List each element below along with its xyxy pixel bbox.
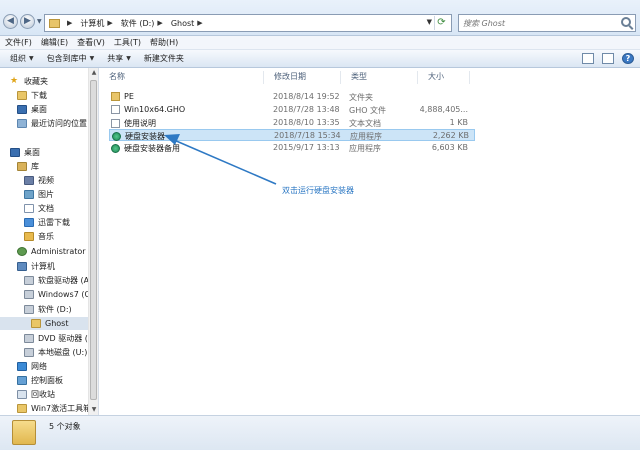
column-header-name[interactable]: 名称 — [99, 71, 264, 84]
back-arrow-icon: ◀ — [7, 16, 14, 26]
preview-pane-icon[interactable] — [602, 53, 614, 64]
breadcrumb-computer[interactable]: 计算机 ▶ — [80, 18, 116, 29]
chevron-right-icon: ▶ — [67, 19, 73, 27]
chevron-down-icon: ▼ — [29, 55, 34, 62]
file-row-gho[interactable]: Win10x64.GHO 2018/7/28 13:48 GHO 文件 4,88… — [109, 104, 475, 116]
sidebar-item-control-panel[interactable]: 控制面板 — [17, 374, 98, 387]
scroll-down-icon[interactable]: ▼ — [89, 405, 99, 415]
file-row-pe[interactable]: PE 2018/8/14 19:52 文件夹 — [109, 91, 475, 103]
sidebar-item-administrator[interactable]: Administrator — [17, 245, 98, 258]
annotation-text: 双击运行硬盘安装器 — [282, 186, 354, 195]
forward-button[interactable]: ▶ — [20, 14, 35, 29]
folder-icon — [12, 420, 36, 445]
network-icon — [17, 362, 27, 371]
status-bar: 5 个对象 — [0, 415, 640, 450]
sidebar-item-ghost[interactable]: Ghost — [0, 317, 88, 330]
document-icon — [24, 204, 34, 213]
sidebar-item-favorites[interactable]: ★ 收藏夹 — [10, 75, 98, 88]
view-options-icon[interactable] — [582, 53, 594, 64]
music-icon — [24, 232, 34, 241]
folder-icon — [49, 18, 60, 28]
menu-view[interactable]: 查看(V) — [77, 37, 105, 48]
computer-icon — [17, 262, 27, 271]
sidebar-item-recent[interactable]: 最近访问的位置 — [17, 117, 98, 130]
help-icon[interactable]: ? — [622, 53, 634, 64]
user-icon — [17, 247, 27, 256]
chevron-right-icon: ▶ — [197, 19, 203, 27]
sidebar-item-desktop-fav[interactable]: 桌面 — [17, 103, 98, 116]
chevron-right-icon: ▶ — [107, 19, 113, 27]
address-dropdown-icon[interactable]: ▼ — [427, 18, 432, 26]
breadcrumb-ghost[interactable]: Ghost ▶ — [171, 19, 207, 28]
item-count: 5 个对象 — [49, 422, 81, 431]
dvd-icon — [24, 334, 34, 343]
search-input[interactable] — [459, 15, 609, 31]
control-panel-icon — [17, 376, 27, 385]
sidebar-item-win7-tools[interactable]: Win7激活工具箱 — [17, 402, 98, 415]
menu-bar: 文件(F) 编辑(E) 查看(V) 工具(T) 帮助(H) — [0, 36, 640, 50]
scrollbar-thumb[interactable] — [90, 80, 97, 400]
file-row-readme[interactable]: 使用说明 2018/8/10 13:35 文本文档 1 KB — [109, 117, 475, 129]
floppy-icon — [24, 276, 34, 285]
new-folder-button[interactable]: 新建文件夹 — [144, 53, 184, 64]
picture-icon — [24, 190, 34, 199]
search-box[interactable] — [458, 14, 636, 32]
menu-file[interactable]: 文件(F) — [5, 37, 32, 48]
file-icon — [111, 105, 120, 114]
chevron-down-icon: ▼ — [126, 55, 131, 62]
drive-icon — [24, 305, 34, 314]
desktop-icon — [17, 105, 27, 114]
sidebar-item-computer[interactable]: 计算机 — [17, 260, 98, 273]
chevron-right-icon: ▶ — [157, 19, 163, 27]
menu-tools[interactable]: 工具(T) — [114, 37, 141, 48]
column-header-type[interactable]: 类型 — [341, 71, 418, 84]
refresh-icon[interactable]: ⟳ — [434, 16, 448, 30]
sidebar-item-downloads[interactable]: 下载 — [17, 89, 98, 102]
desktop-icon — [10, 148, 20, 157]
search-icon[interactable] — [621, 17, 631, 27]
file-row-installer-backup[interactable]: 硬盘安装器备用 2015/9/17 13:13 应用程序 6,603 KB — [109, 142, 475, 154]
include-library-button[interactable]: 包含到库中 ▼ — [47, 53, 95, 64]
column-header-size[interactable]: 大小 — [418, 71, 470, 84]
folder-icon — [111, 92, 120, 101]
app-icon — [112, 132, 121, 141]
video-icon — [24, 176, 34, 185]
library-icon — [17, 162, 27, 171]
text-file-icon — [111, 119, 120, 128]
navigation-pane: ★ 收藏夹 下载 桌面 最近访问的位置 桌面 库 视频 图片 文档 迅雷下载 音乐… — [0, 68, 99, 415]
folder-icon — [31, 319, 41, 328]
back-button[interactable]: ◀ — [3, 14, 18, 29]
folder-icon — [17, 404, 27, 413]
address-bar[interactable]: ▶ 计算机 ▶ 软件 (D:) ▶ Ghost ▶ ▼ ⟳ — [44, 14, 452, 32]
sidebar-scrollbar[interactable]: ▲ ▼ — [88, 68, 98, 415]
command-bar: 组织 ▼ 包含到库中 ▼ 共享 ▼ 新建文件夹 ? — [0, 50, 640, 68]
file-row-installer[interactable]: 硬盘安装器 2018/7/18 15:34 应用程序 2,262 KB — [109, 129, 475, 141]
breadcrumb-drive-d[interactable]: 软件 (D:) ▶ — [121, 18, 167, 29]
address-bar-area: ◀ ▶ ▼ ▶ 计算机 ▶ 软件 (D:) ▶ Ghost ▶ ▼ ⟳ — [0, 0, 640, 36]
folder-icon — [17, 91, 27, 100]
menu-edit[interactable]: 编辑(E) — [41, 37, 68, 48]
recent-icon — [17, 119, 27, 128]
thunder-icon — [24, 218, 34, 227]
drive-icon — [24, 348, 34, 357]
share-button[interactable]: 共享 ▼ — [107, 53, 131, 64]
sidebar-item-recycle-bin[interactable]: 回收站 — [17, 388, 98, 401]
menu-help[interactable]: 帮助(H) — [150, 37, 178, 48]
star-icon: ★ — [10, 76, 19, 86]
sidebar-item-desktop[interactable]: 桌面 — [10, 146, 98, 159]
column-header-date[interactable]: 修改日期 — [264, 71, 341, 84]
forward-arrow-icon: ▶ — [24, 16, 31, 26]
file-list: 名称 修改日期 类型 大小 PE 2018/8/14 19:52 文件夹 Win… — [99, 68, 640, 415]
recycle-bin-icon — [17, 390, 27, 399]
sidebar-item-network[interactable]: 网络 — [17, 360, 98, 373]
drive-icon — [24, 290, 34, 299]
recent-pages-dropdown[interactable]: ▼ — [37, 18, 44, 25]
app-icon — [111, 144, 120, 153]
chevron-down-icon: ▼ — [89, 55, 95, 62]
scroll-up-icon[interactable]: ▲ — [89, 68, 99, 78]
breadcrumb-root-arrow[interactable]: ▶ — [64, 19, 76, 27]
sidebar-item-library[interactable]: 库 — [17, 160, 98, 173]
organize-button[interactable]: 组织 ▼ — [10, 53, 34, 64]
